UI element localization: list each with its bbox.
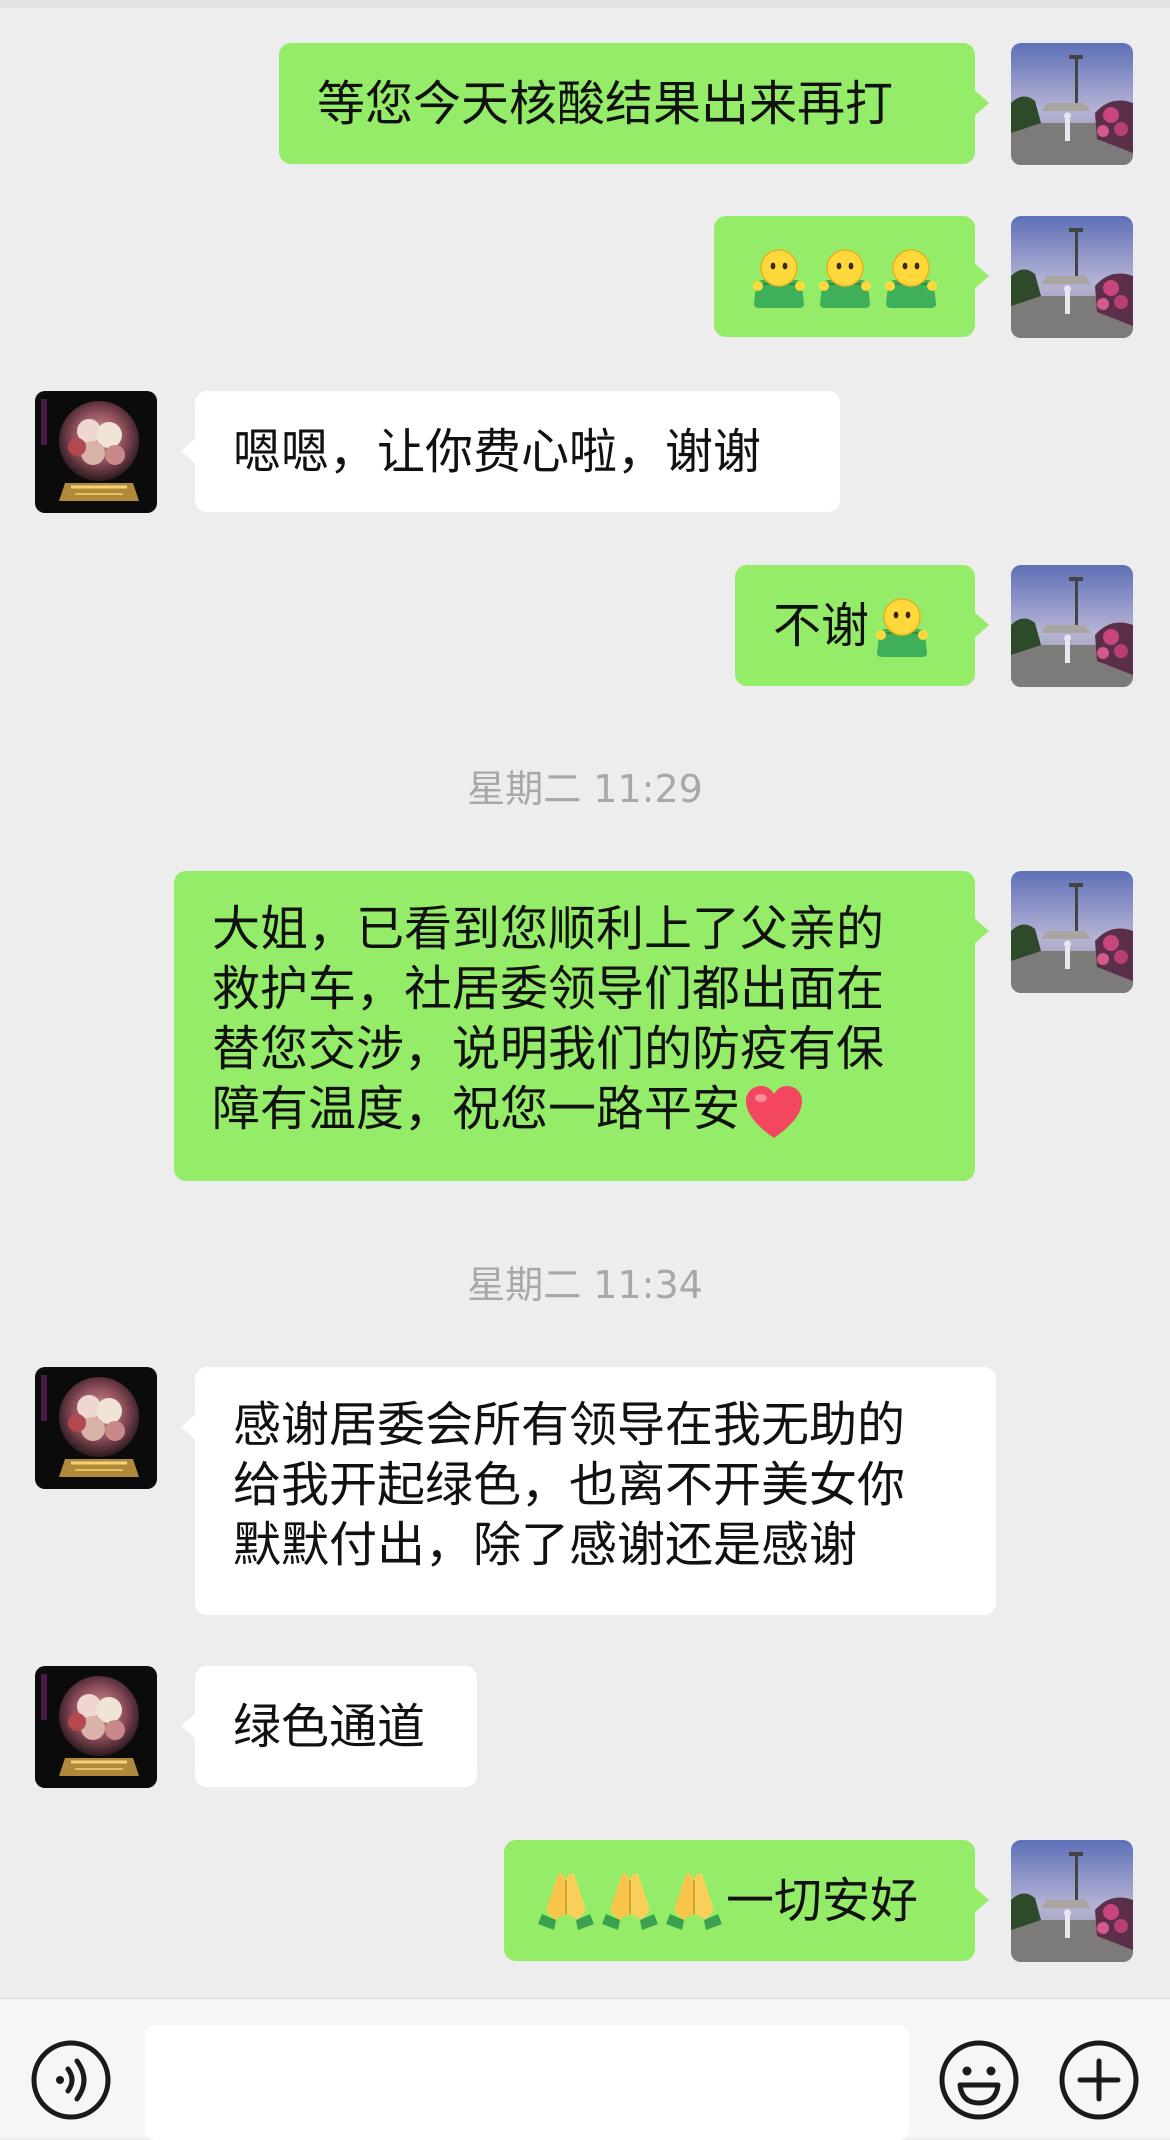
message-line: 救护车，社居委领导们都出面在 <box>212 961 885 1017</box>
input-bar <box>0 1998 1170 2140</box>
message-line: 给我开起绿色，也离不开美女你 <box>233 1457 906 1513</box>
contact-avatar[interactable] <box>35 391 157 513</box>
smiley-bucket-emoji <box>880 246 942 308</box>
message-line: 大姐，已看到您顺利上了父亲的 <box>212 901 885 957</box>
message-text: 大姐，已看到您顺利上了父亲的 救护车，社居委领导们都出面在 替您交涉，说明我们的… <box>212 899 884 1140</box>
plus-icon[interactable] <box>1058 2039 1140 2121</box>
pray-emoji <box>664 1870 724 1932</box>
pray-emoji <box>600 1870 660 1932</box>
message-bubble-outgoing[interactable] <box>714 216 989 337</box>
message-bubble-outgoing[interactable]: 大姐，已看到您顺利上了父亲的 救护车，社居委领导们都出面在 替您交涉，说明我们的… <box>174 871 989 1181</box>
message-text: 嗯嗯，让你费心啦，谢谢 <box>233 423 762 480</box>
heart-emoji <box>744 1084 804 1140</box>
message-line: 障有温度，祝您一路平安 <box>212 1081 741 1137</box>
voice-icon[interactable] <box>30 2039 112 2121</box>
message-text: 感谢居委会所有领导在我无助的 给我开起绿色，也离不开美女你 默默付出，除了感谢还… <box>233 1395 905 1575</box>
my-avatar[interactable] <box>1011 43 1133 165</box>
timestamp: 星期二 11:29 <box>467 767 703 811</box>
my-avatar[interactable] <box>1011 871 1133 993</box>
message-bubble-outgoing[interactable]: 一切安好 <box>504 1840 989 1961</box>
my-avatar[interactable] <box>1011 1840 1133 1962</box>
contact-avatar[interactable] <box>35 1367 157 1489</box>
message-bubble-incoming[interactable]: 绿色通道 <box>181 1666 477 1787</box>
message-line: 感谢居委会所有领导在我无助的 <box>233 1397 906 1453</box>
pray-emoji <box>536 1870 596 1932</box>
timestamp: 星期二 11:34 <box>467 1263 703 1307</box>
message-input[interactable] <box>145 2025 909 2140</box>
smiley-bucket-emoji <box>748 246 810 308</box>
smiley-bucket-emoji <box>871 595 933 657</box>
top-divider <box>0 0 1170 8</box>
message-bubble-incoming[interactable]: 感谢居委会所有领导在我无助的 给我开起绿色，也离不开美女你 默默付出，除了感谢还… <box>181 1367 996 1615</box>
my-avatar[interactable] <box>1011 216 1133 338</box>
message-line: 默默付出，除了感谢还是感谢 <box>233 1517 858 1573</box>
my-avatar[interactable] <box>1011 565 1133 687</box>
message-text: 绿色通道 <box>233 1698 426 1755</box>
emoji-face-icon[interactable] <box>938 2039 1020 2121</box>
message-text: 等您今天核酸结果出来再打 <box>317 75 894 132</box>
contact-avatar[interactable] <box>35 1666 157 1788</box>
message-text: 不谢 <box>773 597 870 654</box>
chat-area[interactable]: 等您今天核酸结果出来再打 嗯嗯，让你费心啦，谢谢 不谢 星期二 11:29 大姐… <box>0 0 1170 1998</box>
message-text: 一切安好 <box>726 1872 919 1929</box>
message-bubble-incoming[interactable]: 嗯嗯，让你费心啦，谢谢 <box>181 391 840 512</box>
message-bubble-outgoing[interactable]: 不谢 <box>735 565 989 686</box>
message-bubble-outgoing[interactable]: 等您今天核酸结果出来再打 <box>279 43 989 164</box>
message-line: 替您交涉，说明我们的防疫有保 <box>212 1021 885 1077</box>
smiley-bucket-emoji <box>814 246 876 308</box>
